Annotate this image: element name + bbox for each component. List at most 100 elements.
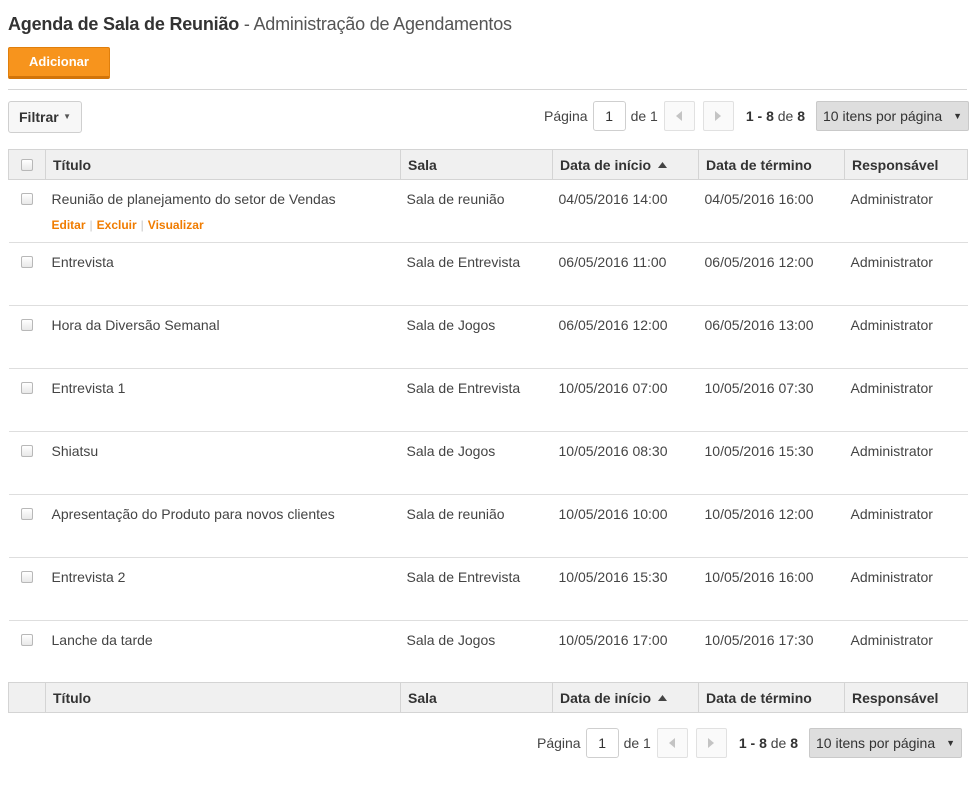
row-title[interactable]: Shiatsu (52, 443, 395, 459)
column-header-owner[interactable]: Responsável (844, 149, 968, 180)
row-select-cell (8, 494, 46, 558)
row-select-cell (8, 242, 46, 306)
row-checkbox[interactable] (20, 571, 33, 583)
cell-owner: Administrator (844, 242, 968, 306)
cell-room: Sala de Entrevista (400, 557, 553, 621)
items-per-page-select[interactable]: 10 itens por página ▼ (816, 101, 970, 131)
row-title[interactable]: Lanche da tarde (52, 632, 395, 648)
results-range: 1 - 8 de 8 (746, 108, 805, 124)
row-select-cell (8, 368, 46, 432)
results-total: 8 (790, 735, 799, 751)
items-per-page-value: 10 itens por página (823, 108, 943, 124)
row-title[interactable]: Entrevista (52, 254, 395, 270)
page-title-separator: - (239, 14, 254, 34)
chevron-right-icon (708, 738, 715, 748)
next-page-button[interactable] (702, 101, 734, 131)
cell-end: 10/05/2016 15:30 (698, 431, 845, 495)
column-footer-room[interactable]: Sala (400, 682, 553, 713)
chevron-left-icon (676, 111, 683, 121)
row-title[interactable]: Apresentação do Produto para novos clien… (52, 506, 395, 522)
cell-room: Sala de reunião (400, 179, 553, 243)
cell-room: Sala de Jogos (400, 431, 553, 495)
caret-down-icon: ▼ (946, 738, 956, 748)
cell-end: 04/05/2016 16:00 (698, 179, 845, 243)
add-button[interactable]: Adicionar (8, 47, 110, 79)
cell-start: 10/05/2016 17:00 (558, 632, 668, 648)
cell-end: 10/05/2016 17:30 (704, 632, 814, 648)
cell-start: 04/05/2016 14:00 (552, 179, 699, 243)
cell-owner: Administrator (844, 179, 968, 243)
pagination-bottom: Página de 1 1 - 8 de 8 10 itens por pági… (537, 728, 963, 758)
edit-link[interactable]: Editar (52, 218, 86, 232)
select-all-cell (8, 149, 46, 180)
column-header-end[interactable]: Data de término (698, 149, 845, 180)
footer-empty-cell (8, 682, 46, 713)
cell-title: Entrevista (45, 242, 401, 306)
page-number-input[interactable] (585, 728, 619, 758)
cell-owner: Administrator (844, 305, 968, 369)
column-footer-start[interactable]: Data de início (552, 682, 699, 713)
prev-page-button[interactable] (663, 101, 695, 131)
caret-down-icon: ▼ (63, 112, 71, 121)
page-title-main: Agenda de Sala de Reunião (8, 14, 240, 34)
sort-ascending-icon (658, 161, 668, 168)
action-separator: | (140, 218, 144, 232)
results-range-of: de (770, 735, 787, 751)
results-range: 1 - 8 de 8 (739, 735, 798, 751)
view-link[interactable]: Visualizar (148, 218, 204, 232)
items-per-page-select[interactable]: 10 itens por página ▼ (809, 728, 963, 758)
column-footer-owner[interactable]: Responsável (844, 682, 968, 713)
cell-title: Entrevista 1 (45, 368, 401, 432)
page-title: Agenda de Sala de Reunião - Administraçã… (8, 14, 512, 35)
action-separator: | (89, 218, 93, 232)
results-range-value: 1 - 8 (738, 735, 767, 751)
row-checkbox[interactable] (20, 634, 33, 646)
table-row: Apresentação do Produto para novos clien… (8, 494, 968, 558)
caret-down-icon: ▼ (953, 111, 963, 121)
filter-button[interactable]: Filtrar ▼ (8, 101, 82, 133)
row-actions: Editar | Excluir | Visualizar (52, 218, 395, 232)
cell-room: Sala de reunião (400, 494, 553, 558)
items-per-page-value: 10 itens por página (816, 735, 936, 751)
divider (8, 89, 967, 90)
row-select-cell (9, 621, 46, 684)
column-header-room[interactable]: Sala (400, 149, 553, 180)
next-page-button[interactable] (695, 728, 727, 758)
delete-link[interactable]: Excluir (97, 218, 137, 232)
row-title[interactable]: Hora da Diversão Semanal (52, 317, 395, 333)
row-checkbox[interactable] (20, 508, 33, 520)
column-header-title[interactable]: Título (45, 149, 401, 180)
table-row: Shiatsu Sala de Jogos 10/05/2016 08:30 10/0… (8, 431, 968, 495)
pagination-top: Página de 1 1 - 8 de 8 10 itens por pági… (544, 101, 970, 131)
cell-title: Hora da Diversão Semanal (45, 305, 401, 369)
cell-owner: Administrator (844, 431, 968, 495)
page-count-label: de 1 (623, 735, 651, 751)
select-all-checkbox[interactable] (21, 158, 33, 171)
page-count-label: de 1 (630, 108, 658, 124)
cell-owner: Administrator (844, 368, 968, 432)
cell-title: Reunião de planejamento do setor de Vend… (45, 179, 401, 243)
row-checkbox[interactable] (20, 256, 33, 268)
results-range-value: 1 - 8 (745, 108, 774, 124)
row-checkbox[interactable] (20, 382, 33, 394)
row-title[interactable]: Entrevista 2 (52, 569, 395, 585)
cell-room: Sala de Jogos (400, 305, 553, 369)
cell-start: 06/05/2016 11:00 (552, 242, 699, 306)
cell-owner: Administrator (844, 494, 968, 558)
row-checkbox[interactable] (20, 319, 33, 331)
page-label: Página (544, 108, 588, 124)
cell-title: Apresentação do Produto para novos clien… (45, 494, 401, 558)
column-footer-start-label: Data de início (560, 689, 652, 706)
row-title[interactable]: Entrevista 1 (52, 380, 395, 396)
row-checkbox[interactable] (20, 445, 33, 457)
column-footer-title[interactable]: Título (45, 682, 401, 713)
page-number-input[interactable] (592, 101, 626, 131)
filter-button-label: Filtrar (19, 109, 59, 125)
column-footer-end[interactable]: Data de término (698, 682, 845, 713)
prev-page-button[interactable] (656, 728, 688, 758)
row-checkbox[interactable] (20, 193, 33, 205)
table-row: Entrevista 2 Sala de Entrevista 10/05/2016… (8, 557, 968, 621)
results-total: 8 (797, 108, 806, 124)
column-header-start[interactable]: Data de início (552, 149, 699, 180)
row-title[interactable]: Reunião de planejamento do setor de Vend… (52, 191, 395, 207)
